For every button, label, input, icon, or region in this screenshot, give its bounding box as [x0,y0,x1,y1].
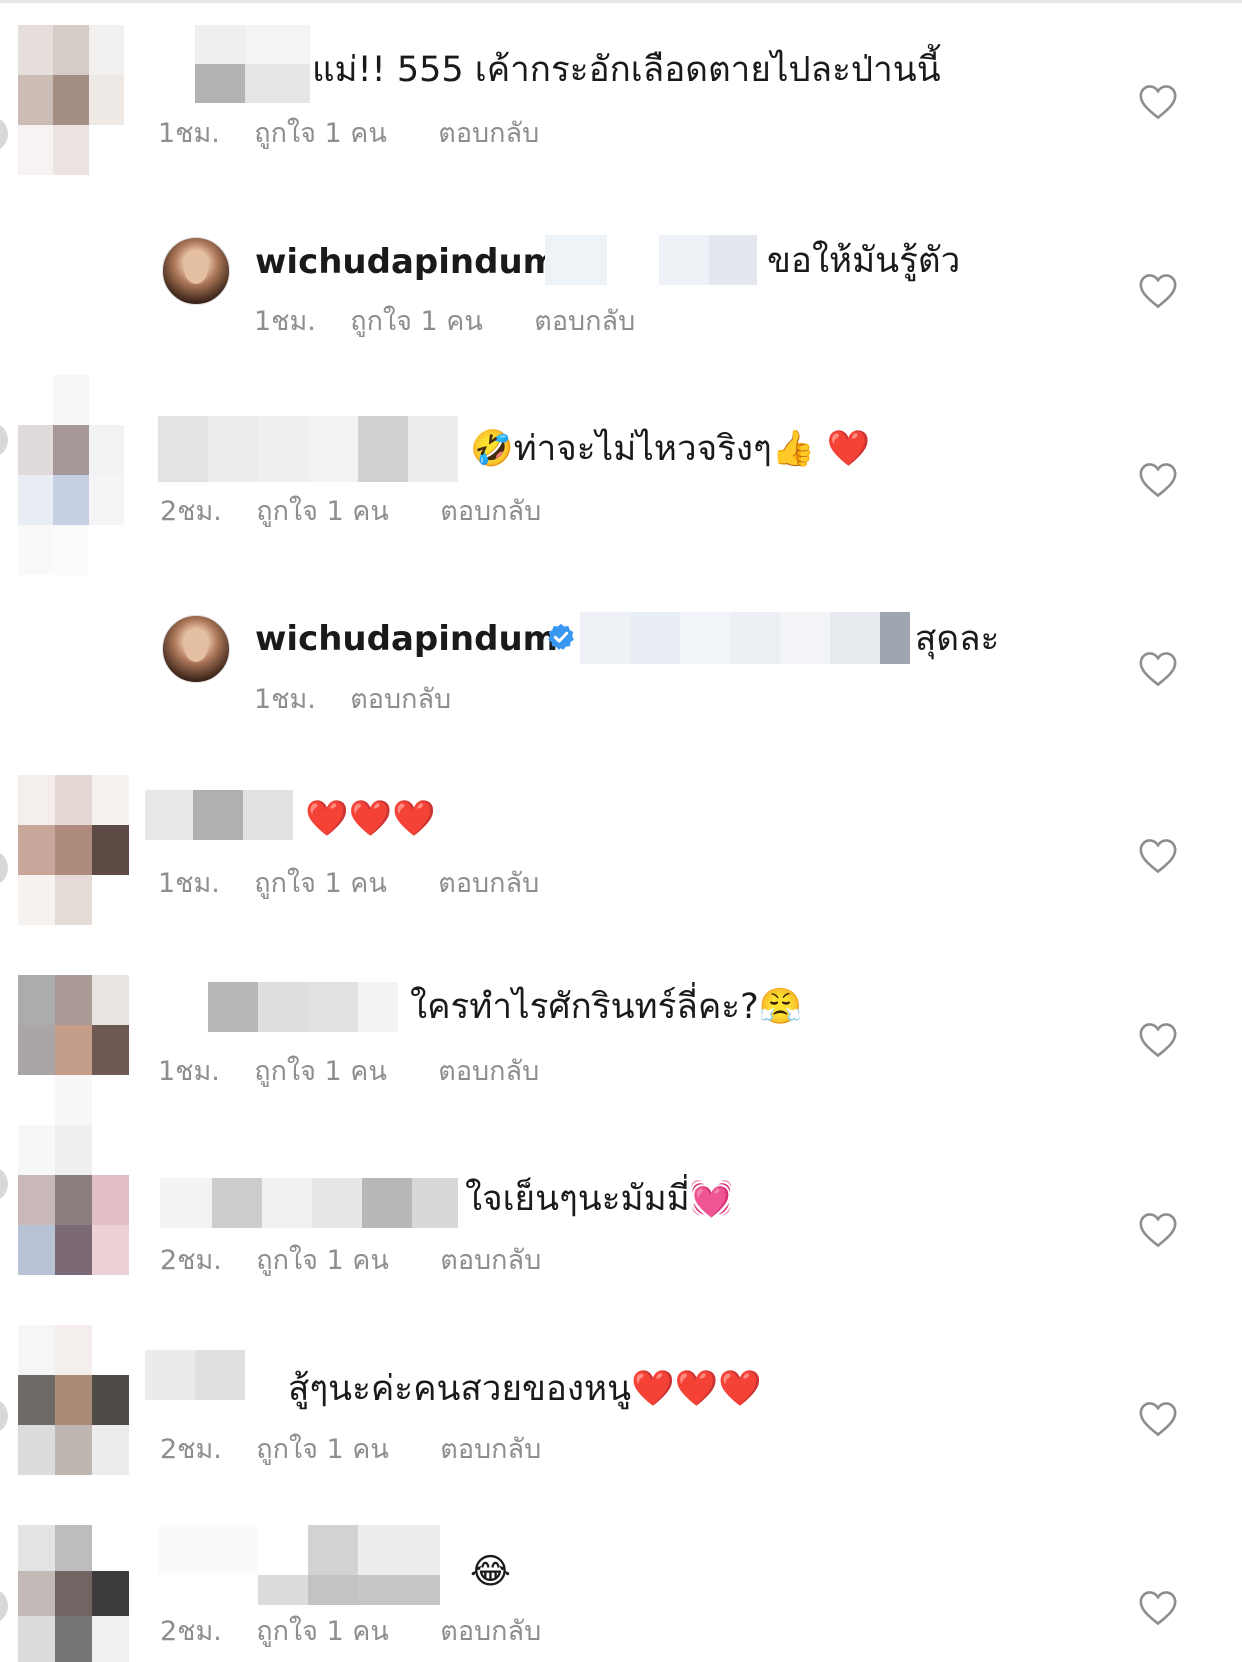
edge-fragment [0,1166,8,1202]
likes-count-link[interactable]: ถูกใจ 1 คน [256,496,389,527]
blurred-mention [580,612,910,664]
comment-text: ใครทำไรศักรินทร์ลี่คะ?😤 [410,987,803,1027]
heart-outline-icon[interactable] [1138,838,1178,874]
comment-text: ขอให้มันรู้ตัว [767,241,961,281]
comment-time: 2ชม. [160,1434,222,1465]
edge-fragment [0,422,8,458]
comment-meta: 1ชม. ถูกใจ 1 คน ตอบกลับ [158,1058,539,1085]
likes-count-link[interactable]: ถูกใจ 1 คน [350,306,483,337]
comment-text: 🤣ท่าจะไม่ไหวจริงๆ👍 ❤️ [470,429,871,469]
reply-link[interactable]: ตอบกลับ [440,1434,541,1465]
reply-link[interactable]: ตอบกลับ [438,868,539,899]
likes-count-link[interactable]: ถูกใจ 1 คน [256,1245,389,1276]
comment-time: 1ชม. [158,118,220,149]
heart-outline-icon[interactable] [1138,1401,1178,1437]
heart-outline-icon[interactable] [1138,462,1178,498]
edge-fragment [0,850,8,886]
comment-username[interactable]: wichudapindum [255,245,558,279]
avatar-wichudapindum[interactable] [162,237,230,305]
reply-link[interactable]: ตอบกลับ [438,118,539,149]
blurred-username[interactable] [195,25,310,103]
comment-meta: 2ชม. ถูกใจ 1 คน ตอบกลับ [160,498,541,525]
comment-meta: 1ชม. ตอบกลับ [254,686,451,713]
avatar-pixelated[interactable] [18,975,129,1075]
likes-count-link[interactable]: ถูกใจ 1 คน [256,1434,389,1465]
likes-count-link[interactable]: ถูกใจ 1 คน [254,118,387,149]
reply-link[interactable]: ตอบกลับ [440,1245,541,1276]
heart-outline-icon[interactable] [1138,1022,1178,1058]
comment-time: 2ชม. [160,496,222,527]
edge-fragment [0,1588,8,1624]
verified-badge-icon [548,623,574,650]
comment-meta: 1ชม. ถูกใจ 1 คน ตอบกลับ [254,308,635,335]
comment-text: 😂 [470,1552,511,1592]
blurred-username[interactable] [158,416,458,482]
likes-count-link[interactable]: ถูกใจ 1 คน [254,1056,387,1087]
comment-time: 1ชม. [254,306,316,337]
comment-time: 2ชม. [160,1245,222,1276]
avatar-pixelated[interactable] [18,1075,129,1275]
blurred-username[interactable] [160,1178,458,1228]
comment-meta: 1ชม. ถูกใจ 1 คน ตอบกลับ [158,870,539,897]
comment-text: ❤️❤️❤️ [305,799,436,839]
avatar-pixelated[interactable] [18,25,124,175]
heart-outline-icon[interactable] [1138,1590,1178,1626]
comment-meta: 2ชม. ถูกใจ 1 คน ตอบกลับ [160,1618,541,1645]
blurred-username[interactable] [158,1525,440,1605]
avatar-wichudapindum[interactable] [162,615,230,683]
edge-fragment [0,116,8,152]
reply-link[interactable]: ตอบกลับ [440,1616,541,1647]
comment-meta: 2ชม. ถูกใจ 1 คน ตอบกลับ [160,1247,541,1274]
heart-outline-icon[interactable] [1138,84,1178,120]
blurred-username[interactable] [145,1350,245,1400]
comment-time: 1ชม. [158,1056,220,1087]
comment-time: 1ชม. [254,684,316,715]
reply-link[interactable]: ตอบกลับ [350,684,451,715]
avatar-pixelated[interactable] [18,375,124,575]
reply-link[interactable]: ตอบกลับ [534,306,635,337]
blurred-username[interactable] [145,790,293,840]
comment-text: แม่!! 555 เค้ากระอักเลือดตายไปละป่านนี้ [312,50,941,90]
comment-text: ใจเย็นๆนะมัมมี่💓 [465,1179,734,1219]
avatar-pixelated[interactable] [18,1325,129,1475]
comment-time: 1ชม. [158,868,220,899]
likes-count-link[interactable]: ถูกใจ 1 คน [254,868,387,899]
comment-meta: 1ชม. ถูกใจ 1 คน ตอบกลับ [158,120,539,147]
comment-meta: 2ชม. ถูกใจ 1 คน ตอบกลับ [160,1436,541,1463]
edge-fragment [0,1398,8,1434]
reply-link[interactable]: ตอบกลับ [438,1056,539,1087]
reply-link[interactable]: ตอบกลับ [440,496,541,527]
avatar-pixelated[interactable] [18,1525,129,1662]
avatar-pixelated[interactable] [18,775,129,925]
heart-outline-icon[interactable] [1138,651,1178,687]
comment-time: 2ชม. [160,1616,222,1647]
blurred-username[interactable] [208,982,398,1032]
heart-outline-icon[interactable] [1138,1212,1178,1248]
comment-username[interactable]: wichudapindum [255,622,558,656]
comment-text: สุดละ [915,619,1000,659]
heart-outline-icon[interactable] [1138,273,1178,309]
likes-count-link[interactable]: ถูกใจ 1 คน [256,1616,389,1647]
comment-text: สู้ๆนะค่ะคนสวยของหนู❤️❤️❤️ [288,1369,762,1409]
top-divider [0,0,1242,3]
blurred-mention [545,235,757,285]
